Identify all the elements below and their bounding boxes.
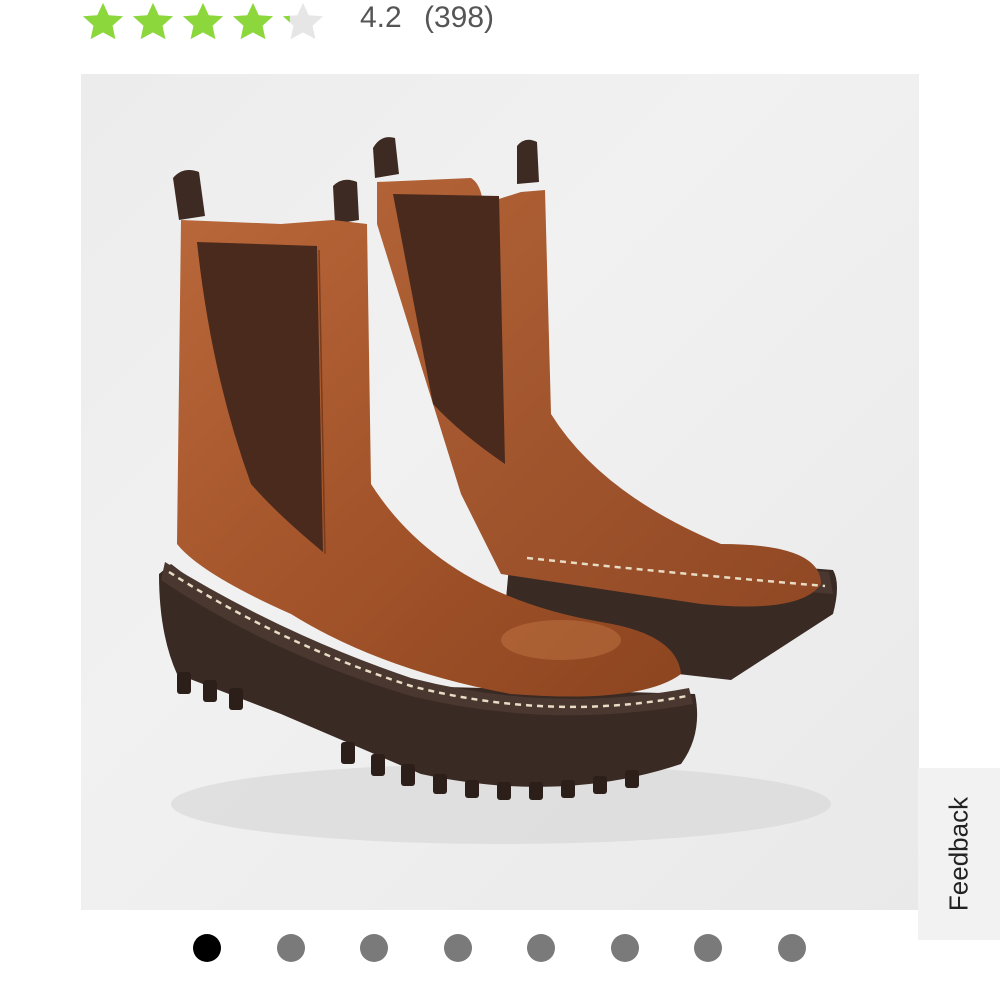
- carousel-dot-4[interactable]: [443, 934, 472, 962]
- star-icon: [83, 2, 123, 40]
- star-icon: [183, 2, 223, 40]
- carousel-dot-5[interactable]: [527, 934, 555, 962]
- product-image[interactable]: [81, 74, 919, 910]
- feedback-tab[interactable]: Feedback: [918, 768, 1000, 940]
- carousel-dot-7[interactable]: [694, 934, 722, 962]
- carousel-dot-3[interactable]: [360, 934, 388, 962]
- rating-value: 4.2: [360, 1, 402, 34]
- carousel-dot-1[interactable]: [193, 934, 221, 962]
- chelsea-boots-illustration: [159, 137, 837, 844]
- carousel-dot-6[interactable]: [610, 934, 639, 962]
- carousel-dots: [193, 934, 861, 962]
- feedback-label: Feedback: [943, 796, 974, 912]
- star-icon: [233, 2, 273, 40]
- star-icon: [133, 2, 173, 40]
- review-count-link[interactable]: (398): [424, 0, 494, 36]
- carousel-dot-2[interactable]: [276, 934, 305, 962]
- carousel-dot-8[interactable]: [777, 934, 806, 962]
- rating-row: [80, 0, 330, 42]
- star-icon: [283, 2, 323, 40]
- star-rating[interactable]: [80, 1, 330, 41]
